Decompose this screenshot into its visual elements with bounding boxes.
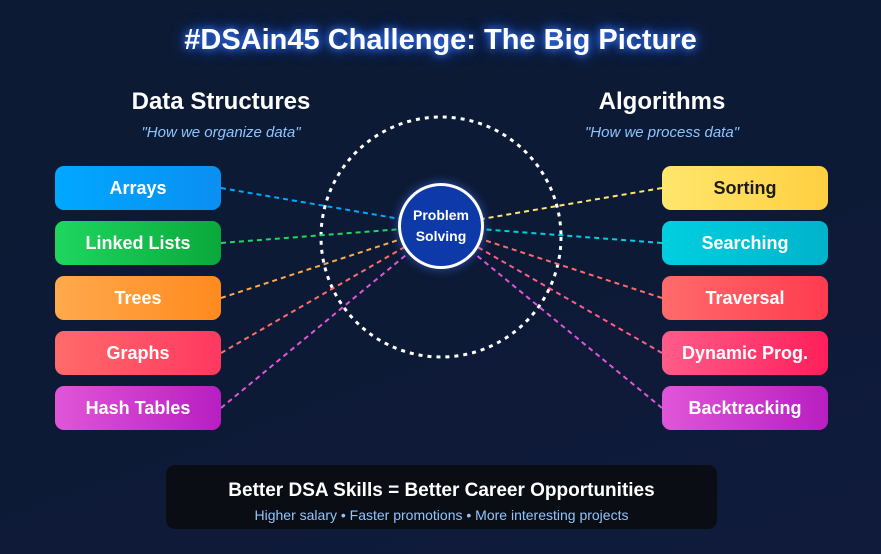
ds-item-graphs: Graphs — [55, 331, 221, 375]
ds-item-linked-lists: Linked Lists — [55, 221, 221, 265]
diagram-canvas: #DSAin45 Challenge: The Big Picture Data… — [0, 0, 881, 554]
alg-item-traversal: Traversal — [662, 276, 828, 320]
alg-item-label: Dynamic Prog. — [681, 342, 809, 363]
alg-item-backtracking: Backtracking — [662, 386, 828, 430]
ds-item-label: Trees — [114, 287, 162, 308]
hub-label-line2: Solving — [415, 228, 467, 244]
ds-item-label: Linked Lists — [85, 232, 191, 253]
alg-item-label: Searching — [701, 232, 789, 253]
ds-item-trees: Trees — [55, 276, 221, 320]
alg-item-label: Sorting — [713, 177, 777, 198]
alg-item-dynamic-prog: Dynamic Prog. — [662, 331, 828, 375]
ds-item-hash-tables: Hash Tables — [55, 386, 221, 430]
ds-item-label: Graphs — [106, 342, 170, 363]
hub-label-line1: Problem — [412, 207, 469, 223]
ds-item-label: Hash Tables — [85, 397, 191, 418]
alg-item-searching: Searching — [662, 221, 828, 265]
ds-item-arrays: Arrays — [55, 166, 221, 210]
career-banner: Better DSA Skills = Better Career Opport… — [166, 465, 717, 529]
ds-item-label: Arrays — [109, 177, 167, 198]
career-banner-subtitle: Higher salary • Faster promotions • More… — [254, 507, 629, 523]
career-banner-title: Better DSA Skills = Better Career Opport… — [228, 480, 655, 501]
alg-item-label: Backtracking — [688, 397, 802, 418]
problem-solving-hub: Problem Solving — [398, 183, 484, 269]
alg-item-sorting: Sorting — [662, 166, 828, 210]
alg-item-label: Traversal — [705, 287, 785, 308]
